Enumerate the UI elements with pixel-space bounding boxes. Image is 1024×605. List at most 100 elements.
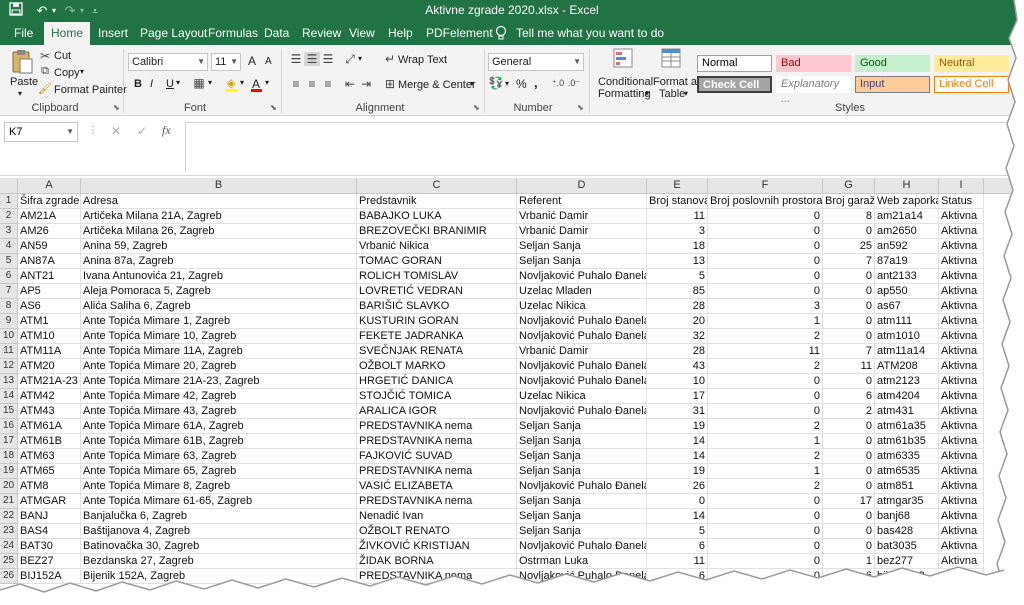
table-cell[interactable]: bez277 [875, 554, 939, 569]
table-cell[interactable]: 0 [708, 374, 823, 389]
table-cell[interactable]: 0 [823, 314, 875, 329]
cell-style-explanatory[interactable]: Explanatory ... [776, 76, 851, 105]
table-cell[interactable]: AM21A [18, 209, 81, 224]
table-cell[interactable]: ATM63 [18, 449, 81, 464]
column-header-h[interactable]: H [875, 178, 939, 194]
table-cell[interactable]: 6 [823, 389, 875, 404]
column-header-i[interactable]: I [939, 178, 984, 194]
cancel-icon[interactable]: ✕ [111, 124, 121, 138]
table-cell[interactable]: 1 [708, 434, 823, 449]
table-cell[interactable]: 0 [823, 434, 875, 449]
format-as-table-line1[interactable]: Format as [653, 76, 703, 88]
tab-help[interactable]: Help [382, 22, 419, 45]
number-format-select[interactable]: General ▼ [488, 53, 584, 71]
table-cell[interactable]: Bezdanska 27, Zagreb [81, 554, 357, 569]
table-cell[interactable]: am21a14 [875, 209, 939, 224]
wrap-text-button[interactable]: Wrap Text [398, 54, 447, 66]
clipboard-launcher-icon[interactable]: ⬊ [113, 103, 122, 112]
header-cell[interactable]: Referent [517, 194, 647, 209]
row-header[interactable]: 11 [0, 344, 18, 359]
row-header[interactable]: 9 [0, 314, 18, 329]
table-cell[interactable]: as67 [875, 299, 939, 314]
table-cell[interactable]: ANT21 [18, 269, 81, 284]
copy-button[interactable]: Copy [54, 67, 80, 79]
table-cell[interactable]: 5 [647, 269, 708, 284]
table-cell[interactable]: Aktivna [939, 509, 984, 524]
cell-style-check-cell[interactable]: Check Cell [697, 76, 772, 93]
row-header[interactable]: 6 [0, 269, 18, 284]
table-cell[interactable]: BEZ27 [18, 554, 81, 569]
tab-home[interactable]: Home [44, 22, 90, 45]
align-left-icon[interactable]: ≡ [288, 77, 304, 91]
table-cell[interactable]: 8 [823, 209, 875, 224]
table-cell[interactable]: Banjalučka 6, Zagreb [81, 509, 357, 524]
table-cell[interactable]: Artičeka Milana 21A, Zagreb [81, 209, 357, 224]
table-cell[interactable]: OŽBOLT RENATO [357, 524, 517, 539]
header-cell[interactable]: Predstavnik [357, 194, 517, 209]
align-center-icon[interactable]: ≡ [304, 77, 320, 91]
table-cell[interactable]: Ante Topića Mimare 61A, Zagreb [81, 419, 357, 434]
table-cell[interactable]: Aktivna [939, 434, 984, 449]
increase-decimal-icon[interactable]: ⁺.0 [550, 78, 566, 89]
table-cell[interactable]: Ante Topića Mimare 21A-23, Zagreb [81, 374, 357, 389]
row-header[interactable]: 8 [0, 299, 18, 314]
table-cell[interactable]: 11 [647, 209, 708, 224]
table-cell[interactable]: bas428 [875, 524, 939, 539]
table-cell[interactable]: Novljaković Puhalo Đanela [517, 329, 647, 344]
decrease-indent-icon[interactable]: ⇤ [342, 77, 358, 91]
table-cell[interactable]: Bijenik 152A, Zagreb [81, 569, 357, 584]
table-cell[interactable]: 0 [708, 554, 823, 569]
table-cell[interactable]: atm2123 [875, 374, 939, 389]
table-cell[interactable]: Seljan Sanja [517, 449, 647, 464]
table-cell[interactable]: 0 [823, 329, 875, 344]
table-cell[interactable]: 2 [708, 419, 823, 434]
table-cell[interactable]: atm4204 [875, 389, 939, 404]
row-header[interactable]: 10 [0, 329, 18, 344]
format-painter-button[interactable]: Format Painter [54, 84, 127, 96]
table-cell[interactable]: 6 [647, 569, 708, 584]
table-cell[interactable]: atm111 [875, 314, 939, 329]
merge-center-button[interactable]: Merge & Center [398, 79, 476, 91]
table-cell[interactable]: 0 [823, 419, 875, 434]
table-cell[interactable]: Novljaković Puhalo Đanela [517, 569, 647, 584]
table-cell[interactable]: Novljaković Puhalo Đanela [517, 539, 647, 554]
table-cell[interactable]: Vrbanić Damir [517, 344, 647, 359]
table-cell[interactable]: Aktivna [939, 254, 984, 269]
table-cell[interactable]: Ante Topića Mimare 63, Zagreb [81, 449, 357, 464]
font-name-select[interactable]: Calibri ▼ [128, 53, 208, 71]
table-cell[interactable]: 28 [647, 299, 708, 314]
table-cell[interactable]: ATMGAR [18, 494, 81, 509]
table-cell[interactable]: ATM10 [18, 329, 81, 344]
accounting-format-icon[interactable]: 💱 [488, 76, 504, 90]
table-cell[interactable]: BANJ [18, 509, 81, 524]
tab-review[interactable]: Review [296, 22, 347, 45]
formula-input[interactable] [185, 122, 1024, 172]
table-cell[interactable]: Batinovačka 30, Zagreb [81, 539, 357, 554]
table-cell[interactable]: Novljaković Puhalo Đanela [517, 269, 647, 284]
table-cell[interactable]: Seljan Sanja [517, 419, 647, 434]
table-cell[interactable]: 43 [647, 359, 708, 374]
underline-dropdown-icon[interactable]: ▾ [176, 78, 180, 87]
table-cell[interactable]: 0 [708, 224, 823, 239]
header-cell[interactable]: Broj garaža [823, 194, 875, 209]
alignment-launcher-icon[interactable]: ⬊ [473, 103, 482, 112]
table-cell[interactable]: STOJČIĆ TOMICA [357, 389, 517, 404]
table-cell[interactable]: 0 [823, 374, 875, 389]
table-cell[interactable]: Artičeka Milana 26, Zagreb [81, 224, 357, 239]
row-header[interactable]: 19 [0, 464, 18, 479]
enter-icon[interactable]: ✓ [137, 124, 147, 138]
table-cell[interactable]: am2650 [875, 224, 939, 239]
table-cell[interactable]: 14 [647, 509, 708, 524]
format-as-table-line2[interactable]: Table [659, 88, 685, 100]
table-cell[interactable]: 0 [647, 494, 708, 509]
table-cell[interactable]: AN87A [18, 254, 81, 269]
table-cell[interactable]: Seljan Sanja [517, 434, 647, 449]
tab-file[interactable]: File [8, 22, 39, 45]
table-cell[interactable]: ATM8 [18, 479, 81, 494]
column-header-f[interactable]: F [708, 178, 823, 194]
table-cell[interactable]: 0 [708, 269, 823, 284]
table-cell[interactable]: Anina 59, Zagreb [81, 239, 357, 254]
table-cell[interactable]: ap550 [875, 284, 939, 299]
table-cell[interactable]: VASIĆ ELIZABETA [357, 479, 517, 494]
table-cell[interactable]: 7 [823, 254, 875, 269]
